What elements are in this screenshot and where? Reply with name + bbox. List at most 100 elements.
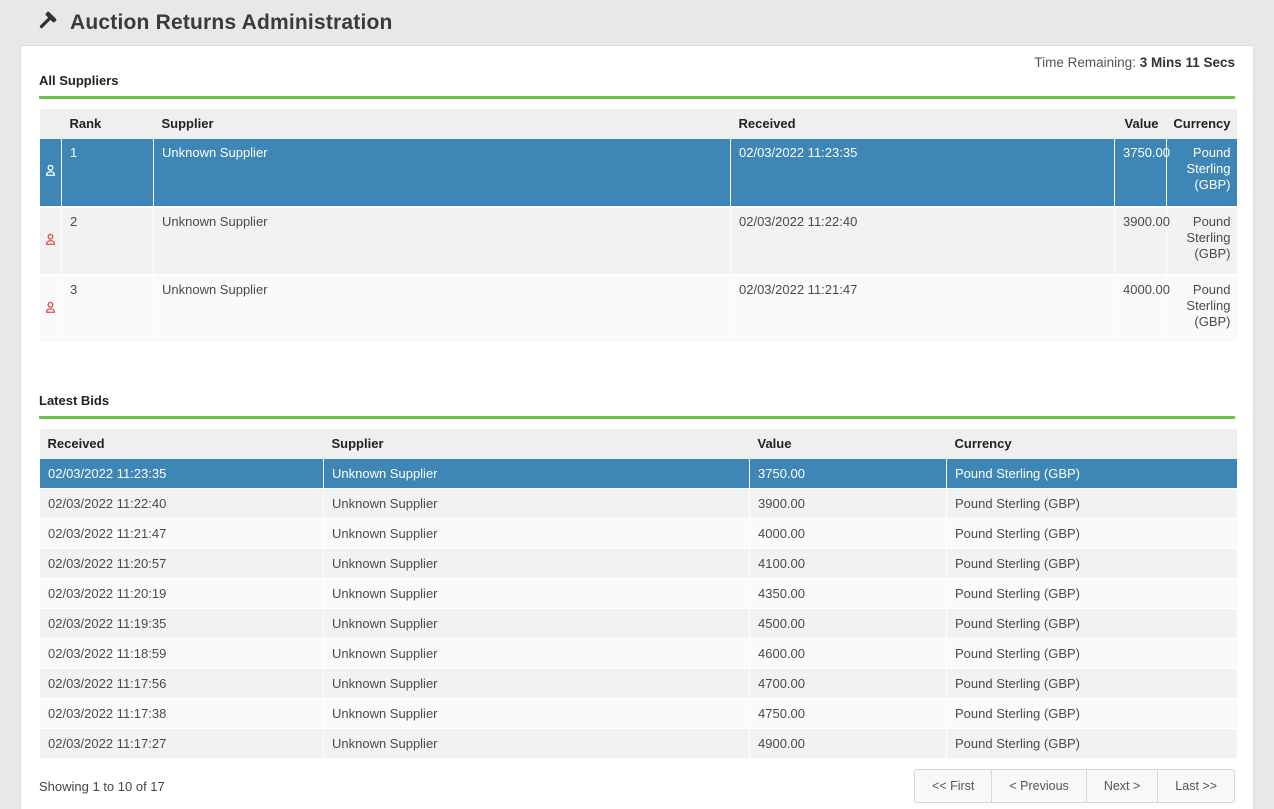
bid-currency: Pound Sterling (GBP)	[947, 489, 1237, 519]
bids-col-value: Value	[750, 429, 947, 459]
bid-supplier: Unknown Supplier	[324, 699, 750, 729]
supplier-received: 02/03/2022 11:23:35	[731, 139, 1115, 207]
user-icon	[43, 299, 58, 316]
pagination-button-group: << First < Previous Next > Last >>	[914, 769, 1235, 803]
supplier-received: 02/03/2022 11:22:40	[731, 207, 1115, 275]
bid-currency: Pound Sterling (GBP)	[947, 729, 1237, 759]
bid-supplier: Unknown Supplier	[324, 729, 750, 759]
bid-row[interactable]: 02/03/2022 11:18:59 Unknown Supplier 460…	[40, 639, 1237, 669]
all-suppliers-section-head: All Suppliers Time Remaining: 3 Mins 11 …	[39, 46, 1235, 99]
bid-value: 4600.00	[750, 639, 947, 669]
bid-received: 02/03/2022 11:18:59	[40, 639, 324, 669]
bid-supplier: Unknown Supplier	[324, 669, 750, 699]
supplier-row[interactable]: 3 Unknown Supplier 02/03/2022 11:21:47 4…	[40, 275, 1237, 343]
bid-row[interactable]: 02/03/2022 11:20:57 Unknown Supplier 410…	[40, 549, 1237, 579]
suppliers-col-value: Value	[1115, 109, 1167, 139]
supplier-currency: Pound Sterling (GBP)	[1167, 139, 1237, 207]
gavel-icon	[32, 9, 59, 36]
all-suppliers-table: Rank Supplier Received Value Currency 1 …	[39, 109, 1237, 344]
supplier-name: Unknown Supplier	[154, 207, 731, 275]
bid-value: 4100.00	[750, 549, 947, 579]
first-page-button[interactable]: << First	[914, 769, 992, 803]
supplier-rank: 3	[62, 275, 154, 343]
top-bar: Auction Returns Administration	[0, 0, 1274, 45]
bid-value: 4000.00	[750, 519, 947, 549]
bids-col-currency: Currency	[947, 429, 1237, 459]
bid-value: 4700.00	[750, 669, 947, 699]
bid-received: 02/03/2022 11:17:38	[40, 699, 324, 729]
bid-row[interactable]: 02/03/2022 11:21:47 Unknown Supplier 400…	[40, 519, 1237, 549]
bid-value: 3900.00	[750, 489, 947, 519]
bid-currency: Pound Sterling (GBP)	[947, 459, 1237, 489]
bid-currency: Pound Sterling (GBP)	[947, 669, 1237, 699]
supplier-value: 3900.00	[1115, 207, 1167, 275]
all-suppliers-heading: All Suppliers	[39, 73, 118, 88]
supplier-rank: 1	[62, 139, 154, 207]
supplier-status-cell	[40, 139, 62, 207]
bid-supplier: Unknown Supplier	[324, 489, 750, 519]
bid-received: 02/03/2022 11:17:56	[40, 669, 324, 699]
previous-page-button[interactable]: < Previous	[991, 769, 1086, 803]
bid-row[interactable]: 02/03/2022 11:17:27 Unknown Supplier 490…	[40, 729, 1237, 759]
bid-supplier: Unknown Supplier	[324, 459, 750, 489]
supplier-row[interactable]: 1 Unknown Supplier 02/03/2022 11:23:35 3…	[40, 139, 1237, 207]
bid-received: 02/03/2022 11:17:27	[40, 729, 324, 759]
supplier-status-cell	[40, 207, 62, 275]
suppliers-col-received: Received	[731, 109, 1115, 139]
bid-supplier: Unknown Supplier	[324, 609, 750, 639]
bid-received: 02/03/2022 11:20:19	[40, 579, 324, 609]
page-title: Auction Returns Administration	[70, 11, 393, 35]
bid-received: 02/03/2022 11:19:35	[40, 609, 324, 639]
bid-received: 02/03/2022 11:21:47	[40, 519, 324, 549]
bid-value: 4900.00	[750, 729, 947, 759]
supplier-currency: Pound Sterling (GBP)	[1167, 207, 1237, 275]
bid-row[interactable]: 02/03/2022 11:23:35 Unknown Supplier 375…	[40, 459, 1237, 489]
bid-currency: Pound Sterling (GBP)	[947, 699, 1237, 729]
user-icon	[43, 162, 58, 179]
bid-received: 02/03/2022 11:20:57	[40, 549, 324, 579]
bid-row[interactable]: 02/03/2022 11:22:40 Unknown Supplier 390…	[40, 489, 1237, 519]
bid-value: 4350.00	[750, 579, 947, 609]
next-page-button[interactable]: Next >	[1086, 769, 1158, 803]
bid-currency: Pound Sterling (GBP)	[947, 639, 1237, 669]
time-remaining-value: 3 Mins 11 Secs	[1140, 55, 1235, 70]
bid-currency: Pound Sterling (GBP)	[947, 579, 1237, 609]
supplier-received: 02/03/2022 11:21:47	[731, 275, 1115, 343]
supplier-status-cell	[40, 275, 62, 343]
bid-supplier: Unknown Supplier	[324, 519, 750, 549]
bid-currency: Pound Sterling (GBP)	[947, 549, 1237, 579]
bids-header-row: Received Supplier Value Currency	[40, 429, 1237, 459]
bid-supplier: Unknown Supplier	[324, 549, 750, 579]
bid-value: 4750.00	[750, 699, 947, 729]
supplier-rank: 2	[62, 207, 154, 275]
latest-bids-table: Received Supplier Value Currency 02/03/2…	[39, 429, 1237, 759]
supplier-name: Unknown Supplier	[154, 139, 731, 207]
bid-received: 02/03/2022 11:22:40	[40, 489, 324, 519]
suppliers-col-rank: Rank	[62, 109, 154, 139]
supplier-row[interactable]: 2 Unknown Supplier 02/03/2022 11:22:40 3…	[40, 207, 1237, 275]
latest-bids-heading: Latest Bids	[39, 393, 109, 408]
last-page-button[interactable]: Last >>	[1157, 769, 1235, 803]
bid-row[interactable]: 02/03/2022 11:17:56 Unknown Supplier 470…	[40, 669, 1237, 699]
time-remaining: Time Remaining: 3 Mins 11 Secs	[1034, 55, 1235, 70]
bid-row[interactable]: 02/03/2022 11:20:19 Unknown Supplier 435…	[40, 579, 1237, 609]
bid-row[interactable]: 02/03/2022 11:17:38 Unknown Supplier 475…	[40, 699, 1237, 729]
suppliers-col-currency: Currency	[1167, 109, 1237, 139]
supplier-value: 4000.00	[1115, 275, 1167, 343]
bid-supplier: Unknown Supplier	[324, 639, 750, 669]
bid-currency: Pound Sterling (GBP)	[947, 519, 1237, 549]
bid-row[interactable]: 02/03/2022 11:19:35 Unknown Supplier 450…	[40, 609, 1237, 639]
supplier-value: 3750.00	[1115, 139, 1167, 207]
bid-currency: Pound Sterling (GBP)	[947, 609, 1237, 639]
time-remaining-label: Time Remaining:	[1034, 55, 1136, 70]
suppliers-col-icon	[40, 109, 62, 139]
user-icon	[43, 231, 58, 248]
bids-col-received: Received	[40, 429, 324, 459]
bid-received: 02/03/2022 11:23:35	[40, 459, 324, 489]
supplier-currency: Pound Sterling (GBP)	[1167, 275, 1237, 343]
pagination: Showing 1 to 10 of 17 << First < Previou…	[39, 759, 1235, 803]
bid-value: 4500.00	[750, 609, 947, 639]
suppliers-header-row: Rank Supplier Received Value Currency	[40, 109, 1237, 139]
main-card: All Suppliers Time Remaining: 3 Mins 11 …	[20, 45, 1254, 809]
bids-col-supplier: Supplier	[324, 429, 750, 459]
